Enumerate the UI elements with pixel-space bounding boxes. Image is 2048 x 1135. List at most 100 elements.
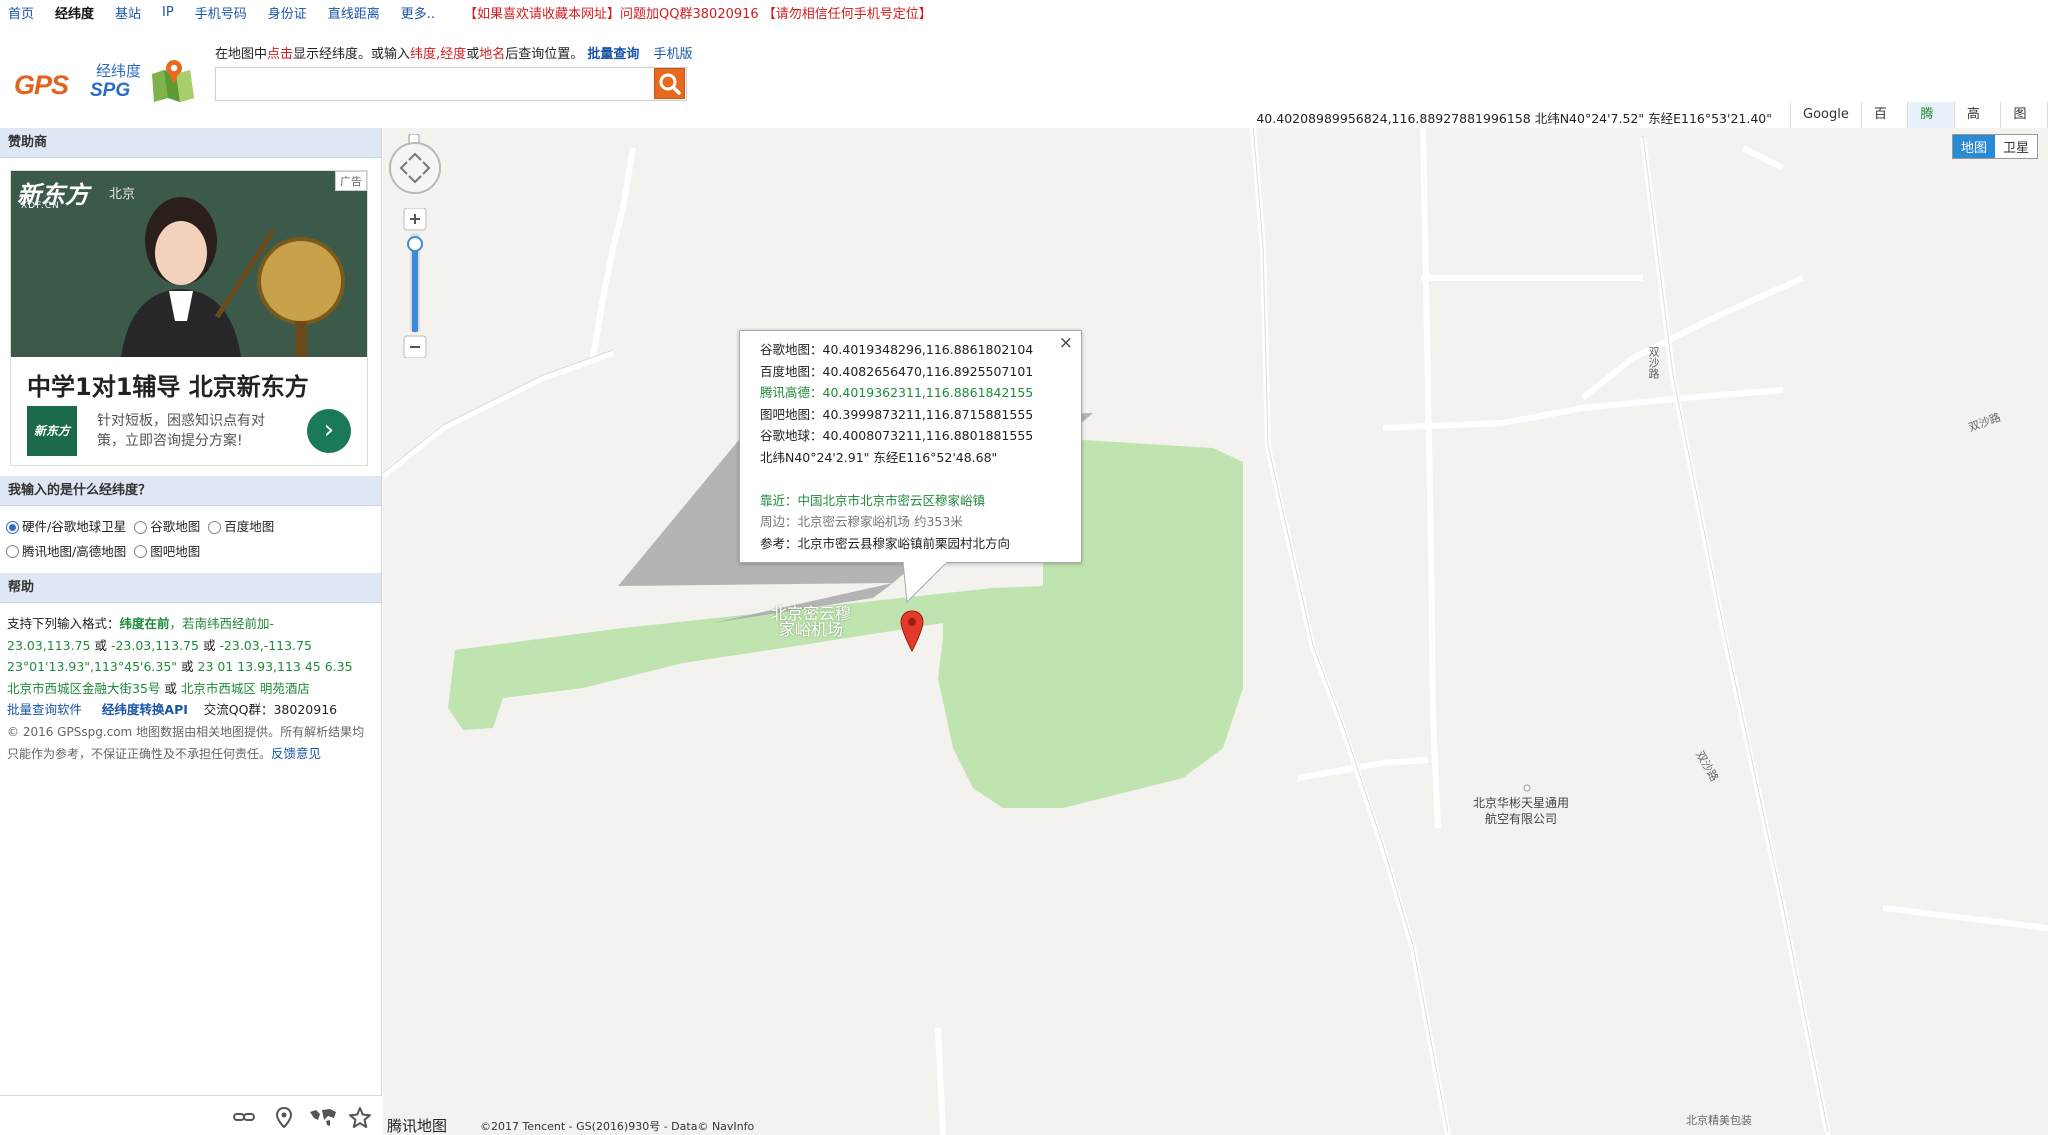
- api-link[interactable]: 经纬度转换API: [102, 702, 188, 717]
- help-text: 纬度在前: [119, 616, 170, 631]
- nav-more[interactable]: 更多..: [401, 3, 435, 22]
- help-text: 或: [160, 680, 181, 696]
- nav-phone[interactable]: 手机号码: [195, 3, 247, 22]
- example-1[interactable]: 23.03,113.75: [7, 638, 91, 653]
- current-coordinate-readout: 40.40208989956824,116.88927881996158 北纬N…: [1256, 111, 1772, 126]
- example-3[interactable]: -23.03,-113.75: [219, 638, 312, 653]
- help-text: 支持下列输入格式：: [7, 616, 120, 631]
- search-box: [215, 67, 687, 101]
- radio-tuba-map[interactable]: 图吧地图: [134, 541, 200, 563]
- popup-row-tencent: 腾讯高德：40.4019362311,116.8861842155: [760, 385, 1034, 400]
- advertisement[interactable]: 新东方 XDF.CN 北京 广告 中学1对1辅导 北京新东方 新东方 针对短板，…: [10, 170, 368, 466]
- company-poi-dot: [1523, 784, 1531, 792]
- help-line: 支持下列输入格式：纬度在前，若南纬西经前加-: [7, 613, 374, 635]
- tab-google[interactable]: Google: [1791, 102, 1862, 128]
- nav-idcard[interactable]: 身份证: [268, 3, 307, 22]
- help-heading: 帮助: [0, 573, 381, 603]
- radio-dot[interactable]: [208, 520, 222, 534]
- ad-go-button[interactable]: ›: [307, 409, 351, 453]
- pan-control[interactable]: [389, 134, 445, 196]
- nav-notice[interactable]: 【如果喜欢请收藏本网址】问题加QQ群38020916 【请勿相信任何手机号定位】: [464, 3, 932, 22]
- road-label: 双沙路: [1647, 346, 1660, 379]
- radio-hardware-google-earth[interactable]: 硬件/谷歌地球卫星: [6, 516, 126, 538]
- radio-label: 硬件/谷歌地球卫星: [22, 519, 127, 534]
- help-text: 或: [177, 659, 198, 674]
- popup-row-google: 谷歌地图：40.4019348296,116.8861802104: [760, 342, 1034, 357]
- star-icon[interactable]: [348, 1106, 372, 1128]
- mobile-version-link[interactable]: 手机版: [654, 47, 693, 62]
- map-type-toggle: 地图 卫星: [1951, 134, 2038, 159]
- map-attribution: 腾讯地图 ©2017 Tencent - GS(2016)930号 - Data…: [383, 1113, 2048, 1135]
- popup-ref: 参考：北京市密云县穆家峪镇前栗园村北方向: [760, 535, 1011, 551]
- location-pin-icon[interactable]: [272, 1106, 296, 1128]
- search-icon: [659, 73, 681, 95]
- search-input[interactable]: [218, 70, 650, 98]
- radio-baidu-map[interactable]: 百度地图: [208, 516, 274, 538]
- tab-gaode[interactable]: 高德: [1954, 102, 2002, 148]
- batch-software-link[interactable]: 批量查询软件: [7, 702, 82, 717]
- popup-row-dms: 北纬N40°24'2.91" 东经E116°52'48.68": [760, 449, 998, 465]
- map-pin-logo-icon: [152, 60, 194, 102]
- nav-latlng[interactable]: 经纬度: [55, 3, 94, 22]
- help-line: 23.03,113.75 或 -23.03,113.75 或 -23.03,-1…: [7, 635, 374, 657]
- nav-basestation[interactable]: 基站: [115, 3, 141, 22]
- zoom-slider[interactable]: [403, 208, 427, 358]
- airport-label-line: 家峪机场: [779, 620, 844, 639]
- search-button[interactable]: [654, 68, 685, 99]
- radio-label: 腾讯地图/高德地图: [22, 543, 127, 559]
- help-text: ，若南纬西经前加-: [169, 616, 275, 631]
- map-type-map-button[interactable]: 地图: [1952, 135, 1995, 158]
- popup-row-baidu: 百度地图：40.4082656470,116.8925507101: [760, 363, 1034, 379]
- search-hint: 在地图中点击显示经纬度。或输入纬度,经度或地名后查询位置。 批量查询 手机版: [215, 43, 693, 62]
- radio-google-map[interactable]: 谷歌地图: [134, 516, 200, 538]
- ad-mini-logo: 新东方: [27, 406, 77, 456]
- radio-heading: 我输入的是什么经纬度？: [0, 476, 381, 506]
- location-marker-icon[interactable]: [899, 610, 925, 652]
- radio-dot[interactable]: [6, 545, 19, 558]
- top-nav: 首页 经纬度 基站 IP 手机号码 身份证 直线距离 更多.. 【如果喜欢请收藏…: [0, 0, 2048, 24]
- map-type-satellite-button[interactable]: 卫星: [1994, 135, 2037, 158]
- radio-tencent-gaode-map[interactable]: 腾讯地图/高德地图: [6, 541, 126, 563]
- hint-text: 在地图中: [215, 47, 268, 62]
- radio-dot[interactable]: [134, 545, 148, 558]
- world-map-icon[interactable]: [308, 1106, 340, 1128]
- example-4[interactable]: 23°01'13.93",113°45'6.35": [7, 659, 177, 674]
- company-label-line: 航空有限公司: [1485, 812, 1558, 826]
- hint-latlng: 纬度,经度: [410, 47, 467, 62]
- nav-ip[interactable]: IP: [162, 5, 174, 20]
- example-2[interactable]: -23.03,113.75: [111, 638, 199, 653]
- popup-spacer: [760, 468, 1081, 490]
- tab-tencent[interactable]: 腾讯: [1908, 102, 1955, 148]
- link-icon[interactable]: [232, 1106, 256, 1128]
- help-line: 23°01'13.93",113°45'6.35" 或 23 01 13.93,…: [7, 656, 374, 678]
- tab-tuba[interactable]: 图吧: [2001, 102, 2048, 148]
- popup-pointer: [903, 562, 948, 604]
- map-canvas[interactable]: 北京密云穆 家峪机场 北京华彬天星通用 航空有限公司 双沙路 双沙路 双沙路 北…: [383, 128, 2048, 1135]
- popup-close-button[interactable]: ×: [1059, 333, 1073, 355]
- radio-label: 图吧地图: [150, 543, 201, 559]
- nav-distance[interactable]: 直线距离: [328, 3, 380, 22]
- example-7[interactable]: 北京市西城区 明苑酒店: [181, 681, 310, 696]
- attribution-text: ©2017 Tencent - GS(2016)930号 - Data© Nav…: [480, 1120, 755, 1133]
- tab-baidu[interactable]: 百度: [1861, 102, 1909, 148]
- feedback-link[interactable]: 反馈意见: [271, 746, 321, 761]
- company-label-line: 北京华彬天星通用: [1473, 796, 1570, 810]
- example-6[interactable]: 北京市西城区金融大街35号: [7, 681, 160, 696]
- qq-group-text: 交流QQ群：38020916: [203, 702, 338, 717]
- nav-home[interactable]: 首页: [8, 3, 34, 22]
- help-text: 或: [90, 637, 111, 653]
- logo-gps-text: GPS: [14, 70, 69, 100]
- map-provider-tabs: Google 百度 腾讯 高德 图吧: [1790, 102, 2048, 148]
- help-line: 北京市西城区金融大街35号 或 北京市西城区 明苑酒店: [7, 678, 374, 700]
- ad-title[interactable]: 中学1对1辅导 北京新东方: [27, 367, 309, 402]
- sidebar: 赞助商 新东方 XDF.CN 北京 广告 中学1对1辅导 北京新东方 新东方 针…: [0, 128, 382, 1135]
- batch-query-link[interactable]: 批量查询: [587, 47, 639, 62]
- tencent-map-logo[interactable]: 腾讯地图: [387, 1115, 447, 1135]
- radio-dot[interactable]: [6, 520, 19, 534]
- popup-row-tuba: 图吧地图：40.3999873211,116.8715881555: [760, 406, 1034, 422]
- ad-badge[interactable]: 广告: [335, 171, 367, 191]
- site-logo[interactable]: GPS SPG 经纬度: [12, 56, 198, 108]
- radio-dot[interactable]: [134, 520, 148, 534]
- example-5[interactable]: 23 01 13.93,113 45 6.35: [198, 659, 353, 674]
- ad-city: 北京: [109, 187, 136, 202]
